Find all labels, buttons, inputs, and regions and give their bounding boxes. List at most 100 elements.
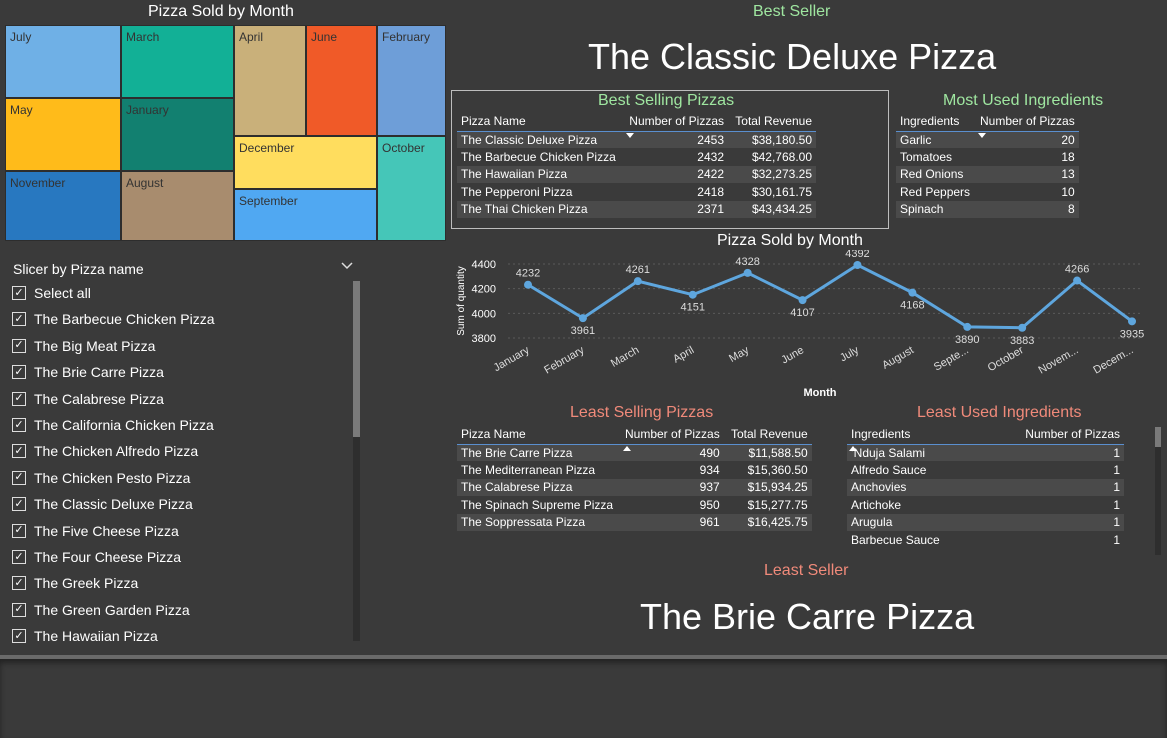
table-row[interactable]: Red Peppers 10 — [896, 183, 1079, 201]
table-row[interactable]: Spinach 8 — [896, 200, 1079, 218]
table-row[interactable]: Artichoke 1 — [847, 496, 1124, 514]
treemap-cell-december[interactable]: December — [234, 136, 377, 189]
chevron-down-icon[interactable] — [340, 259, 354, 273]
table-row[interactable]: The Brie Carre Pizza 490 $11,588.50 — [457, 444, 812, 462]
treemap-cell-october[interactable]: October — [377, 136, 446, 241]
data-label: 4261 — [626, 264, 650, 276]
checkbox-checked-icon[interactable]: ✓ — [12, 365, 26, 380]
least-seller-label: Least Seller — [764, 562, 849, 579]
slicer-item[interactable]: ✓ The Big Meat Pizza — [12, 336, 155, 356]
slicer-item-label: The Classic Deluxe Pizza — [34, 496, 193, 513]
table-cell: The Hawaiian Pizza — [457, 165, 624, 184]
slicer-item-label: The Five Cheese Pizza — [34, 522, 179, 539]
data-point — [688, 290, 697, 299]
col-number-of-pizzas[interactable]: Number of Pizzas — [967, 424, 1124, 444]
slicer-item-label: The Barbecue Chicken Pizza — [34, 311, 215, 328]
table-row[interactable]: The Classic Deluxe Pizza 2453 $38,180.50 — [457, 131, 816, 149]
table-row[interactable]: The Thai Chicken Pizza 2371 $43,434.25 — [457, 200, 816, 218]
treemap-cell-january[interactable]: January — [121, 98, 234, 171]
table-row[interactable]: The Calabrese Pizza 937 $15,934.25 — [457, 478, 812, 497]
data-label: 4232 — [516, 268, 540, 280]
checkbox-checked-icon[interactable]: ✓ — [12, 497, 26, 512]
slicer-item[interactable]: ✓ The Barbecue Chicken Pizza — [12, 309, 215, 329]
checkbox-checked-icon[interactable]: ✓ — [12, 418, 26, 432]
slicer-scrollbar-thumb[interactable] — [353, 281, 360, 437]
slicer-item-label: The Green Garden Pizza — [34, 601, 190, 618]
treemap-cell-september[interactable]: September — [234, 189, 377, 241]
slicer-item[interactable]: ✓ The Chicken Pesto Pizza — [12, 468, 190, 488]
checkbox-checked-icon[interactable]: ✓ — [12, 312, 26, 327]
slicer-item[interactable]: ✓ The Calabrese Pizza — [12, 389, 164, 409]
slicer-item[interactable]: ✓ The Five Cheese Pizza — [12, 521, 179, 541]
data-label: 4107 — [790, 307, 814, 319]
checkbox-checked-icon[interactable]: ✓ — [12, 602, 26, 617]
least-used-scrollbar-thumb[interactable] — [1155, 427, 1161, 447]
col-total-revenue[interactable]: Total Revenue — [728, 111, 816, 131]
x-tick-label: June — [779, 344, 806, 366]
treemap-cell-april[interactable]: April — [234, 25, 306, 136]
treemap-cell-march[interactable]: March — [121, 25, 234, 98]
col-total-revenue[interactable]: Total Revenue — [724, 424, 812, 444]
treemap-cell-july[interactable]: July — [5, 25, 121, 98]
checkbox-checked-icon[interactable]: ✓ — [12, 470, 26, 485]
checkbox-checked-icon[interactable]: ✓ — [12, 391, 26, 406]
treemap-cell-november[interactable]: November — [5, 171, 121, 241]
checkbox-checked-icon[interactable]: ✓ — [12, 523, 26, 538]
table-row[interactable]: The Mediterranean Pizza 934 $15,360.50 — [457, 461, 812, 479]
col-number-of-pizzas[interactable]: Number of Pizzas — [624, 111, 728, 138]
slicer-item[interactable]: ✓ The Green Garden Pizza — [12, 600, 190, 620]
table-row[interactable]: The Barbecue Chicken Pizza 2432 $42,768.00 — [457, 148, 816, 166]
table-row[interactable]: The Pepperoni Pizza 2418 $30,161.75 — [457, 183, 816, 201]
col-ingredients[interactable]: Ingredients — [896, 111, 976, 131]
slicer-item[interactable]: ✓ The Four Cheese Pizza — [12, 547, 181, 567]
table-cell: 1 — [967, 513, 1124, 531]
checkbox-checked-icon[interactable]: ✓ — [12, 444, 26, 459]
treemap-cell-may[interactable]: May — [5, 98, 121, 171]
checkbox-checked-icon[interactable]: ✓ — [12, 286, 26, 300]
table-cell: Garlic — [896, 131, 976, 149]
checkbox-checked-icon[interactable]: ✓ — [12, 629, 26, 644]
col-pizza-name[interactable]: Pizza Name — [457, 424, 621, 444]
slicer-item[interactable]: ✓ The Brie Carre Pizza — [12, 362, 164, 382]
table-row[interactable]: The Spinach Supreme Pizza 950 $15,277.75 — [457, 496, 812, 514]
slicer-item[interactable]: ✓ The California Chicken Pizza — [12, 415, 214, 435]
slicer-item[interactable]: ✓ The Greek Pizza — [12, 573, 138, 593]
treemap-cell-june[interactable]: June — [306, 25, 377, 136]
slicer-item[interactable]: ✓ The Hawaiian Pizza — [12, 626, 158, 646]
col-pizza-name[interactable]: Pizza Name — [457, 111, 624, 131]
table-header-row: Pizza Name Number of Pizzas Total Revenu… — [457, 424, 812, 451]
treemap-cell-august[interactable]: August — [121, 171, 234, 241]
slicer-item[interactable]: ✓ Select all — [12, 283, 91, 303]
col-number-of-pizzas[interactable]: Number of Pizzas — [621, 424, 724, 451]
x-tick-label: Decem... — [1091, 344, 1135, 376]
table-row[interactable]: The Hawaiian Pizza 2422 $32,273.25 — [457, 165, 816, 184]
checkbox-checked-icon[interactable]: ✓ — [12, 576, 26, 591]
slicer-item[interactable]: ✓ The Classic Deluxe Pizza — [12, 494, 193, 514]
table-row[interactable]: Arugula 1 — [847, 513, 1124, 531]
table-row[interactable]: The Soppressata Pizza 961 $16,425.75 — [457, 513, 812, 531]
slicer-item-label: The Calabrese Pizza — [34, 390, 164, 407]
table-cell: 2371 — [624, 200, 728, 218]
x-tick-label: April — [671, 344, 696, 365]
slicer-item-label: The Brie Carre Pizza — [34, 364, 164, 381]
table-cell: Arugula — [847, 513, 967, 531]
table-row[interactable]: Alfredo Sauce 1 — [847, 461, 1124, 479]
table-cell: $30,161.75 — [728, 183, 816, 201]
checkbox-checked-icon[interactable]: ✓ — [12, 338, 26, 353]
table-row[interactable]: ‘Nduja Salami 1 — [847, 444, 1124, 462]
table-row[interactable]: Barbecue Sauce 1 — [847, 530, 1124, 549]
slicer-item-label: The Four Cheese Pizza — [34, 549, 182, 565]
data-point — [578, 314, 587, 323]
table-row[interactable]: Red Onions 13 — [896, 165, 1079, 184]
table-row[interactable]: Anchovies 1 — [847, 478, 1124, 497]
col-number-of-pizzas[interactable]: Number of Pizzas — [976, 111, 1079, 138]
slicer-item[interactable]: ✓ The Chicken Alfredo Pizza — [12, 441, 198, 461]
col-ingredients[interactable]: Ingredients — [847, 424, 967, 451]
table-row[interactable]: Tomatoes 18 — [896, 148, 1079, 166]
data-point — [853, 260, 862, 269]
checkbox-checked-icon[interactable]: ✓ — [12, 550, 26, 564]
table-cell: $38,180.50 — [728, 131, 816, 149]
table-row[interactable]: Garlic 20 — [896, 131, 1079, 149]
data-point — [633, 277, 642, 286]
treemap-cell-february[interactable]: February — [377, 25, 446, 136]
